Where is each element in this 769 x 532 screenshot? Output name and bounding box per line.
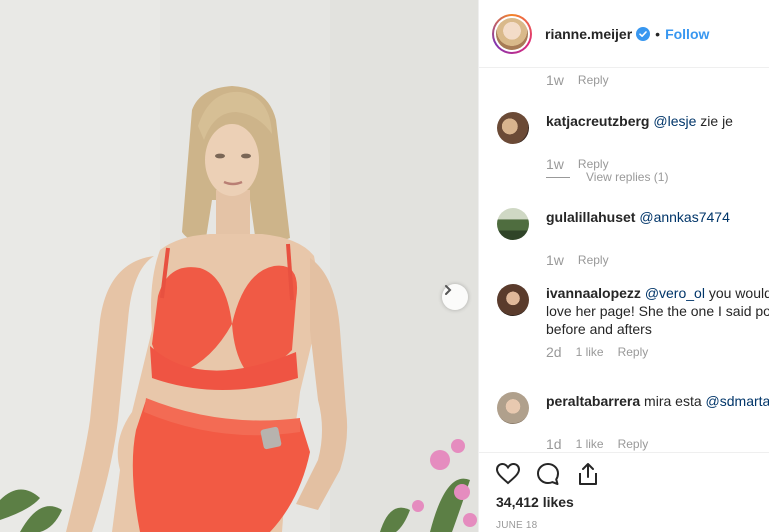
reply-button[interactable]: Reply xyxy=(578,253,609,267)
commenter-avatar[interactable] xyxy=(497,392,529,424)
comment-time: 1w xyxy=(546,252,564,268)
comment-meta: 1d 1 like Reply xyxy=(546,436,769,452)
comment-icon[interactable] xyxy=(535,461,561,487)
commenter-username[interactable]: ivannaalopezz xyxy=(546,285,641,301)
post-side-panel: rianne.meijer • Follow 1w Reply katjacre… xyxy=(478,0,769,532)
comment-item: peraltabarrera mira esta @sdmarta 1d 1 l… xyxy=(497,392,769,452)
author-username[interactable]: rianne.meijer xyxy=(545,26,632,42)
photo-illustration xyxy=(0,0,478,532)
comment-text: peraltabarrera mira esta @sdmarta xyxy=(546,392,769,424)
comment-likes[interactable]: 1 like xyxy=(576,345,604,359)
comment-mention[interactable]: @sdmarta xyxy=(706,393,769,409)
comment-time: 2d xyxy=(546,344,562,360)
comment-mention[interactable]: @annkas7474 xyxy=(639,209,730,225)
comment-body: you would xyxy=(704,285,769,301)
view-replies-button[interactable]: View replies (1) xyxy=(546,170,668,184)
chevron-right-icon xyxy=(445,285,452,295)
reply-button[interactable]: Reply xyxy=(578,73,609,87)
commenter-username[interactable]: peraltabarrera xyxy=(546,393,640,409)
commenter-username[interactable]: gulalillahuset xyxy=(546,209,635,225)
comment-time: 1d xyxy=(546,436,562,452)
reply-button[interactable]: Reply xyxy=(618,437,649,451)
comment-body-line: love her page! She the one I said pos xyxy=(546,303,769,319)
verified-badge-icon xyxy=(636,26,651,41)
commenter-avatar[interactable] xyxy=(497,284,529,316)
view-replies-label: View replies (1) xyxy=(586,170,669,184)
comment-text: ivannaalopezz @vero_ol you would love he… xyxy=(546,284,769,338)
comment-mention[interactable]: @vero_ol xyxy=(645,285,705,301)
commenter-username[interactable]: katjacreutzberg xyxy=(546,113,649,129)
replies-divider-line xyxy=(546,176,570,178)
header-separator: • xyxy=(655,25,661,42)
comment-body: zie je xyxy=(696,113,733,129)
comment-likes[interactable]: 1 like xyxy=(576,437,604,451)
post-date[interactable]: JUNE 18 xyxy=(496,520,537,531)
comment-time: 1w xyxy=(546,72,564,88)
reply-button[interactable]: Reply xyxy=(578,157,609,171)
share-icon[interactable] xyxy=(575,461,601,487)
post-header: rianne.meijer • Follow xyxy=(479,0,769,68)
comment-item: katjacreutzberg @lesje zie je 1w Reply xyxy=(497,112,769,172)
comment-body: mira esta xyxy=(640,393,706,409)
post-actions: 34,412 likes JUNE 18 xyxy=(479,452,769,532)
author-avatar[interactable] xyxy=(492,13,532,54)
reply-button[interactable]: Reply xyxy=(618,345,649,359)
heart-icon[interactable] xyxy=(495,461,521,487)
follow-button[interactable]: Follow xyxy=(665,26,709,42)
comment-text: gulalillahuset @annkas7474 xyxy=(546,208,730,240)
comment-meta: 1w Reply xyxy=(546,72,623,88)
next-photo-button[interactable] xyxy=(442,284,468,310)
post-photo[interactable] xyxy=(0,0,478,532)
comment-meta: 2d 1 like Reply xyxy=(546,344,769,360)
likes-count[interactable]: 34,412 likes xyxy=(496,494,574,510)
comment-meta: 1w Reply xyxy=(546,252,769,268)
comment-item: ivannaalopezz @vero_ol you would love he… xyxy=(497,284,769,360)
comments-list[interactable]: 1w Reply katjacreutzberg @lesje zie je 1… xyxy=(479,68,769,452)
comment-body-line: before and afters xyxy=(546,321,652,337)
action-icons xyxy=(495,461,615,487)
comment-item: gulalillahuset @annkas7474 1w Reply xyxy=(497,208,769,268)
commenter-avatar[interactable] xyxy=(497,112,529,144)
comment-mention[interactable]: @lesje xyxy=(653,113,696,129)
comment-text: katjacreutzberg @lesje zie je xyxy=(546,112,733,144)
commenter-avatar[interactable] xyxy=(497,208,529,240)
